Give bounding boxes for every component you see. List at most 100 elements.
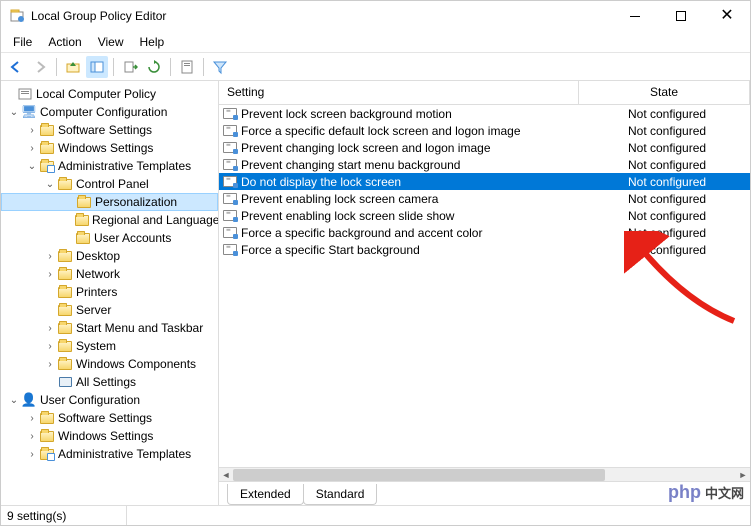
list-body[interactable]: Prevent lock screen background motionNot… (219, 105, 750, 467)
window-controls: ✕ (612, 1, 750, 31)
close-button[interactable]: ✕ (704, 1, 750, 31)
setting-name: Force a specific default lock screen and… (241, 124, 622, 138)
tab-standard[interactable]: Standard (303, 484, 378, 505)
tree-control-panel[interactable]: ⌄ Control Panel (1, 175, 218, 193)
tree-user-windows[interactable]: › Windows Settings (1, 427, 218, 445)
tree-label: Windows Settings (58, 141, 153, 155)
policy-icon (219, 176, 241, 187)
setting-name: Prevent changing lock screen and logon i… (241, 141, 622, 155)
tree-system[interactable]: › System (1, 337, 218, 355)
tree-user-config[interactable]: ⌄ 👤 User Configuration (1, 391, 218, 409)
tree-regional[interactable]: Regional and Language (1, 211, 218, 229)
folder-icon (57, 284, 73, 300)
titlebar: Local Group Policy Editor ✕ (1, 1, 750, 31)
back-button[interactable] (5, 56, 27, 78)
tree-windows-components[interactable]: › Windows Components (1, 355, 218, 373)
tree-desktop[interactable]: › Desktop (1, 247, 218, 265)
scroll-thumb[interactable] (233, 469, 605, 481)
policy-icon (219, 244, 241, 255)
tree-user-accounts[interactable]: User Accounts (1, 229, 218, 247)
folder-icon (57, 338, 73, 354)
folder-icon (75, 212, 89, 228)
folder-icon (39, 410, 55, 426)
tree-network[interactable]: › Network (1, 265, 218, 283)
list-pane: Setting State Prevent lock screen backgr… (219, 81, 750, 505)
horizontal-scrollbar[interactable]: ◄ ► (219, 467, 750, 481)
tree-start-menu[interactable]: › Start Menu and Taskbar (1, 319, 218, 337)
tree-root[interactable]: Local Computer Policy (1, 85, 218, 103)
tree-label: Personalization (95, 195, 177, 209)
tree-pane[interactable]: Local Computer Policy ⌄ 🖥 Computer Confi… (1, 81, 219, 505)
tree-label: Windows Settings (58, 429, 153, 443)
list-row[interactable]: Prevent lock screen background motionNot… (219, 105, 750, 122)
forward-button[interactable] (29, 56, 51, 78)
tree-label: All Settings (76, 375, 136, 389)
folder-icon (39, 122, 55, 138)
folder-icon (39, 428, 55, 444)
list-row[interactable]: Prevent enabling lock screen cameraNot c… (219, 190, 750, 207)
tree-all-settings[interactable]: All Settings (1, 373, 218, 391)
setting-name: Force a specific Start background (241, 243, 622, 257)
setting-name: Do not display the lock screen (241, 175, 622, 189)
maximize-button[interactable] (658, 1, 704, 31)
tree-software-settings[interactable]: › Software Settings (1, 121, 218, 139)
setting-name: Prevent enabling lock screen slide show (241, 209, 622, 223)
list-row[interactable]: Force a specific Start backgroundNot con… (219, 241, 750, 258)
tab-extended[interactable]: Extended (227, 484, 304, 505)
tree-label: Start Menu and Taskbar (76, 321, 203, 335)
policy-icon (219, 210, 241, 221)
folder-icon (57, 266, 73, 282)
scroll-right-button[interactable]: ► (736, 468, 750, 482)
menu-help[interactable]: Help (132, 33, 173, 51)
tree-label: User Accounts (94, 231, 171, 245)
tree-windows-settings[interactable]: › Windows Settings (1, 139, 218, 157)
column-state[interactable]: State (579, 81, 750, 104)
export-list-button[interactable] (119, 56, 141, 78)
up-folder-button[interactable] (62, 56, 84, 78)
setting-state: Not configured (622, 209, 750, 223)
tree-user-admin[interactable]: › Administrative Templates (1, 445, 218, 463)
tree-label: Software Settings (58, 411, 152, 425)
minimize-button[interactable] (612, 1, 658, 31)
list-row[interactable]: Prevent enabling lock screen slide showN… (219, 207, 750, 224)
tree-label: Administrative Templates (58, 447, 191, 461)
setting-state: Not configured (622, 158, 750, 172)
toolbar (1, 53, 750, 81)
tree-label: Desktop (76, 249, 120, 263)
menubar: File Action View Help (1, 31, 750, 53)
folder-icon (57, 176, 73, 192)
filter-button[interactable] (209, 56, 231, 78)
disk-icon (57, 374, 73, 390)
tree-label: Computer Configuration (40, 105, 167, 119)
refresh-button[interactable] (143, 56, 165, 78)
list-row[interactable]: Prevent changing lock screen and logon i… (219, 139, 750, 156)
setting-state: Not configured (622, 107, 750, 121)
tree-admin-templates[interactable]: ⌄ Administrative Templates (1, 157, 218, 175)
list-row[interactable]: Prevent changing start menu backgroundNo… (219, 156, 750, 173)
list-row[interactable]: Do not display the lock screenNot config… (219, 173, 750, 190)
window-title: Local Group Policy Editor (31, 9, 166, 23)
status-text: 9 setting(s) (7, 506, 127, 525)
show-hide-tree-button[interactable] (86, 56, 108, 78)
tree-label: Regional and Language (92, 213, 219, 227)
folder-scroll-icon (39, 158, 55, 174)
tree-user-software[interactable]: › Software Settings (1, 409, 218, 427)
scroll-left-button[interactable]: ◄ (219, 468, 233, 482)
tree-server[interactable]: Server (1, 301, 218, 319)
column-setting[interactable]: Setting (219, 81, 579, 104)
list-row[interactable]: Force a specific background and accent c… (219, 224, 750, 241)
menu-file[interactable]: File (5, 33, 40, 51)
tree-personalization[interactable]: Personalization (1, 193, 218, 211)
tree-printers[interactable]: Printers (1, 283, 218, 301)
folder-icon (75, 230, 91, 246)
list-header: Setting State (219, 81, 750, 105)
setting-state: Not configured (622, 226, 750, 240)
menu-view[interactable]: View (90, 33, 132, 51)
setting-state: Not configured (622, 243, 750, 257)
tree-computer-config[interactable]: ⌄ 🖥 Computer Configuration (1, 103, 218, 121)
list-row[interactable]: Force a specific default lock screen and… (219, 122, 750, 139)
tree-label: Server (76, 303, 111, 317)
menu-action[interactable]: Action (40, 33, 89, 51)
tree-label: User Configuration (40, 393, 140, 407)
properties-button[interactable] (176, 56, 198, 78)
